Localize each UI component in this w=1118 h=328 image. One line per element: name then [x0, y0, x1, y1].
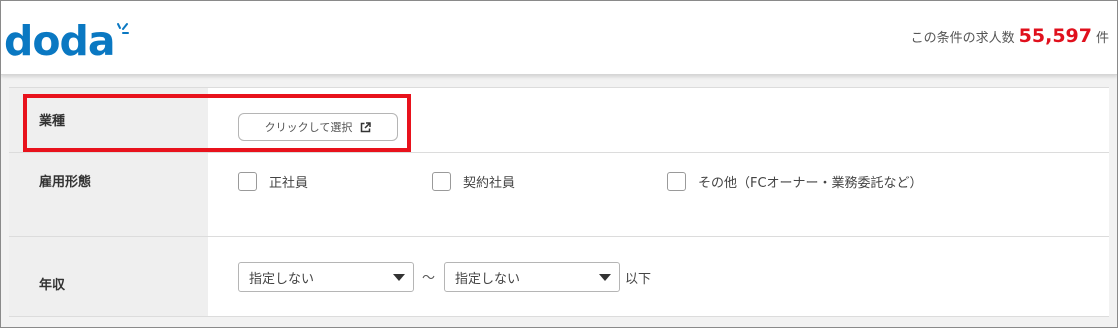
income-min-value: 指定しない [249, 271, 315, 287]
page-frame: doda この条件の求人数 55,597 件 業種 クリックして選択 雇用形態 … [0, 0, 1118, 328]
employment-option-contract[interactable]: 契約社員 [432, 172, 515, 191]
income-row: 年収 指定しない 〜 指定しない 以下 [9, 237, 1109, 317]
employment-option-other[interactable]: その他（FCオーナー・業務委託など） [667, 172, 923, 191]
fulltime-label: 正社員 [269, 176, 309, 191]
job-count-value: 55,597 [1018, 25, 1092, 47]
job-count-unit: 件 [1095, 31, 1109, 46]
income-body: 指定しない 〜 指定しない 以下 [208, 237, 1109, 316]
income-label: 年収 [9, 237, 208, 316]
other-checkbox[interactable] [667, 172, 686, 191]
income-min-select[interactable]: 指定しない [238, 262, 414, 292]
income-range-separator: 〜 [422, 271, 436, 286]
contract-checkbox[interactable] [432, 172, 451, 191]
chevron-down-icon [599, 274, 611, 281]
employment-label: 雇用形態 [9, 153, 208, 236]
highlight-box [23, 94, 411, 152]
employment-body: 正社員 契約社員 その他（FCオーナー・業務委託など） [208, 153, 1109, 236]
job-count-label: この条件の求人数 [910, 31, 1015, 46]
contract-label: 契約社員 [463, 176, 516, 191]
job-count: この条件の求人数 55,597 件 [911, 25, 1109, 55]
income-suffix: 以下 [625, 272, 652, 287]
logo-spark-icon [117, 23, 129, 34]
other-label: その他（FCオーナー・業務委託など） [698, 176, 923, 191]
income-max-select[interactable]: 指定しない [444, 262, 620, 292]
logo-text: doda [4, 17, 116, 65]
header: doda この条件の求人数 55,597 件 [1, 1, 1117, 75]
fulltime-checkbox[interactable] [238, 172, 257, 191]
income-max-value: 指定しない [455, 271, 521, 287]
employment-row: 雇用形態 正社員 契約社員 その他（FCオーナー・業務委託など） [9, 153, 1109, 237]
chevron-down-icon [393, 274, 405, 281]
employment-option-fulltime[interactable]: 正社員 [238, 172, 308, 191]
doda-logo[interactable]: doda [4, 17, 134, 65]
